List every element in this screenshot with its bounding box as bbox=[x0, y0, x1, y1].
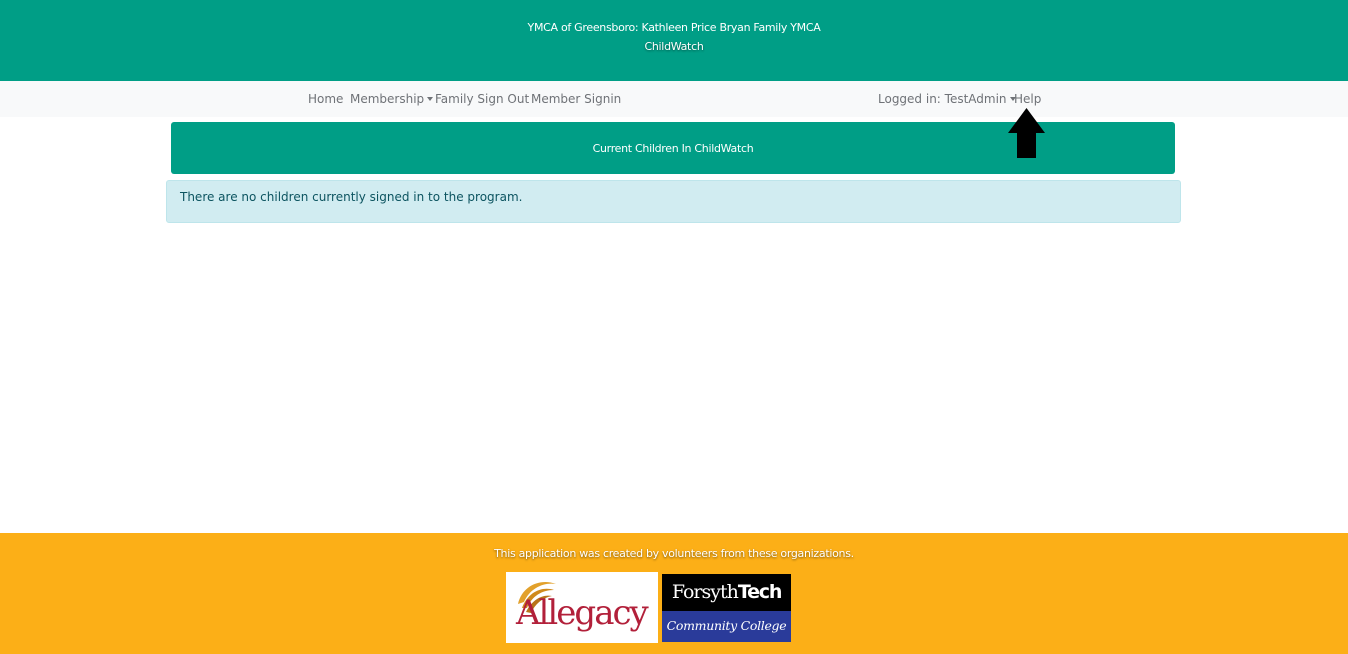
user-menu-dropdown[interactable]: Logged in: TestAdmin bbox=[878, 92, 1016, 106]
app-title: ChildWatch bbox=[644, 40, 704, 53]
nav-family-sign-out[interactable]: Family Sign Out bbox=[435, 92, 529, 106]
allegacy-logo-art: Allegacy bbox=[515, 582, 652, 633]
nav-membership-dropdown[interactable]: Membership bbox=[350, 92, 434, 106]
forsyth-tech-logo: ForsythTech Community College bbox=[662, 574, 791, 642]
banner-title: Current Children In ChildWatch bbox=[592, 141, 754, 155]
site-footer: This application was created by voluntee… bbox=[0, 533, 1348, 654]
logged-in-label: Logged in: TestAdmin bbox=[878, 92, 1007, 106]
chevron-down-icon bbox=[427, 97, 434, 101]
nav-help[interactable]: Help bbox=[1014, 92, 1041, 106]
tech-logo-text: Tech bbox=[737, 581, 783, 603]
footer-credit: This application was created by voluntee… bbox=[494, 547, 854, 560]
svg-text:Allegacy: Allegacy bbox=[515, 593, 650, 633]
navbar: Home Membership Family Sign Out Member S… bbox=[0, 81, 1348, 117]
alert-message: There are no children currently signed i… bbox=[180, 190, 523, 204]
up-arrow-icon bbox=[1008, 108, 1045, 158]
org-name: YMCA of Greensboro: Kathleen Price Bryan… bbox=[527, 21, 821, 34]
nav-membership-label: Membership bbox=[350, 92, 425, 106]
forsyth-logo-text: Forsyth bbox=[671, 581, 739, 603]
community-college-text: Community College bbox=[662, 611, 791, 642]
allegacy-logo: Allegacy bbox=[506, 572, 658, 643]
info-alert: There are no children currently signed i… bbox=[166, 180, 1181, 223]
site-header: YMCA of Greensboro: Kathleen Price Bryan… bbox=[0, 0, 1348, 81]
nav-home[interactable]: Home bbox=[308, 92, 343, 106]
nav-member-signin[interactable]: Member Signin bbox=[531, 92, 621, 106]
